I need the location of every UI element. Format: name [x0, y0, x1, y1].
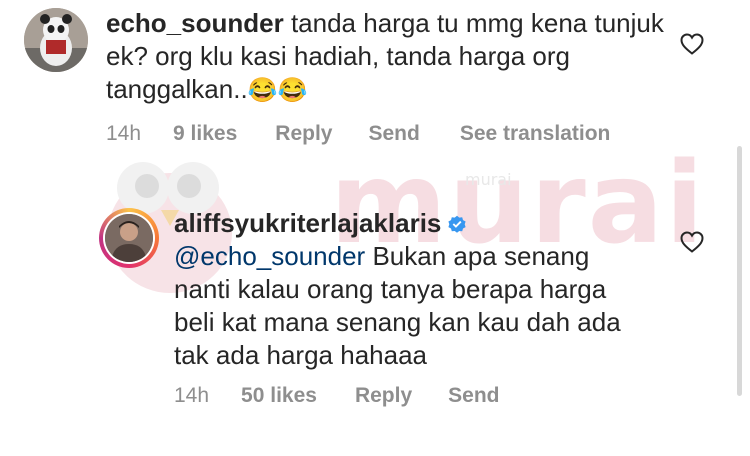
reply-button[interactable]: Reply [275, 122, 332, 146]
likes-count[interactable]: 9 likes [173, 122, 237, 146]
comment-meta: 14h 9 likes Reply Send See translation [106, 122, 610, 146]
comment-text: aliffsyukriterlajaklaris @echo_sounder B… [174, 207, 644, 372]
see-translation-button[interactable]: See translation [460, 122, 611, 146]
person-avatar-icon [105, 214, 153, 262]
watermark-small-text: murai [465, 170, 512, 189]
avatar[interactable] [103, 212, 155, 264]
comment-time: 14h [106, 122, 142, 145]
panda-avatar-icon [24, 8, 88, 72]
comment-username[interactable]: aliffsyukriterlajaklaris [174, 208, 441, 238]
send-button[interactable]: Send [368, 122, 419, 146]
comment-username[interactable]: echo_sounder [106, 8, 284, 38]
comment-time: 14h [174, 384, 210, 407]
avatar[interactable] [24, 8, 88, 72]
scrollbar[interactable] [737, 146, 742, 396]
emoji-laughing: 😂😂 [247, 77, 308, 104]
send-button[interactable]: Send [448, 384, 499, 408]
comment-text: echo_sounder tanda harga tu mmg kena tun… [106, 7, 676, 107]
mention-link[interactable]: @echo_sounder [174, 241, 365, 271]
likes-count[interactable]: 50 likes [241, 384, 317, 408]
verified-badge-icon [448, 215, 466, 233]
heart-icon[interactable] [680, 231, 704, 253]
comment-meta: 14h 50 likes Reply Send [174, 384, 499, 408]
reply-button[interactable]: Reply [355, 384, 412, 408]
heart-icon[interactable] [680, 33, 704, 55]
